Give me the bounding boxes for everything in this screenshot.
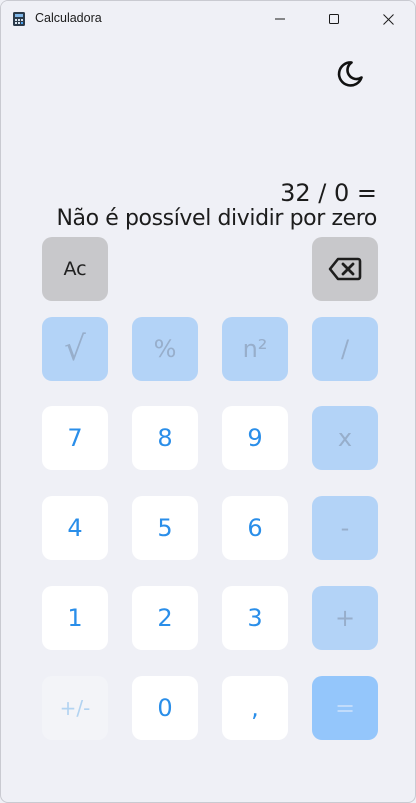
three-button[interactable]: 3: [222, 586, 288, 650]
seven-button[interactable]: 7: [42, 406, 108, 470]
eight-button[interactable]: 8: [132, 406, 198, 470]
minimize-icon: [275, 18, 285, 20]
minimize-button[interactable]: [257, 1, 303, 37]
backspace-button[interactable]: [312, 237, 378, 301]
one-button[interactable]: 1: [42, 586, 108, 650]
decimal-button[interactable]: ,: [222, 676, 288, 740]
negate-button[interactable]: +/-: [42, 676, 108, 740]
calculator-window: Calculadora 32 / 0 = Não é possível divi…: [0, 0, 416, 803]
four-button[interactable]: 4: [42, 496, 108, 560]
divide-button[interactable]: /: [312, 317, 378, 381]
two-button[interactable]: 2: [132, 586, 198, 650]
plus-button[interactable]: +: [312, 586, 378, 650]
square-button[interactable]: n²: [222, 317, 288, 381]
five-button[interactable]: 5: [132, 496, 198, 560]
sqrt-button[interactable]: √: [42, 317, 108, 381]
minus-button[interactable]: -: [312, 496, 378, 560]
maximize-icon: [329, 14, 339, 24]
multiply-button[interactable]: x: [312, 406, 378, 470]
nine-button[interactable]: 9: [222, 406, 288, 470]
window-title: Calculadora: [35, 11, 102, 25]
zero-button[interactable]: 0: [132, 676, 198, 740]
theme-toggle-button[interactable]: [333, 58, 365, 90]
maximize-button[interactable]: [311, 1, 357, 37]
clear-button[interactable]: Ac: [42, 237, 108, 301]
six-button[interactable]: 6: [222, 496, 288, 560]
moon-icon: [337, 61, 363, 87]
percent-button[interactable]: %: [132, 317, 198, 381]
backspace-icon: [328, 257, 362, 281]
equals-button[interactable]: =: [312, 676, 378, 740]
close-icon: [382, 13, 394, 25]
result-display: Não é possível dividir por zero: [56, 206, 377, 231]
title-bar[interactable]: Calculadora: [1, 1, 415, 37]
expression-display: 32 / 0 =: [280, 179, 377, 207]
calculator-icon: [13, 12, 25, 26]
close-button[interactable]: [365, 1, 411, 37]
